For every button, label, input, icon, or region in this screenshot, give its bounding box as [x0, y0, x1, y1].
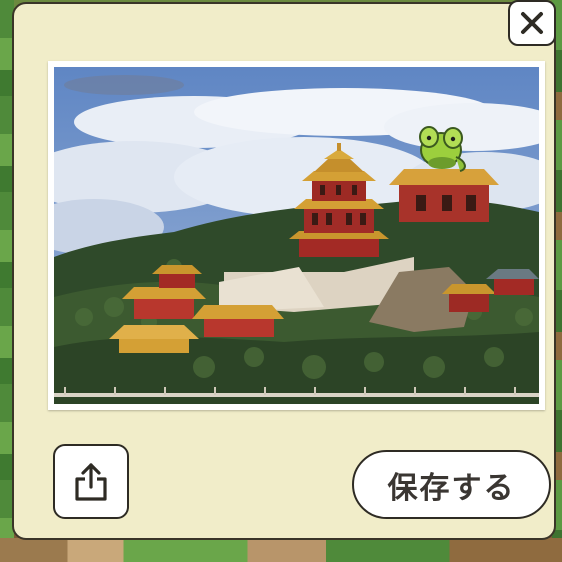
- photo: [54, 67, 539, 404]
- save-button-label: 保存する: [387, 470, 516, 506]
- photo-illustration: [54, 67, 539, 404]
- photo-modal: 保存する: [12, 2, 556, 540]
- close-icon: [521, 12, 543, 34]
- game-background-bottom: [0, 538, 562, 562]
- close-button[interactable]: [508, 0, 556, 46]
- photo-frame: [48, 61, 545, 410]
- share-icon: [75, 462, 107, 501]
- save-button[interactable]: 保存する: [352, 450, 551, 519]
- share-button[interactable]: [53, 444, 129, 519]
